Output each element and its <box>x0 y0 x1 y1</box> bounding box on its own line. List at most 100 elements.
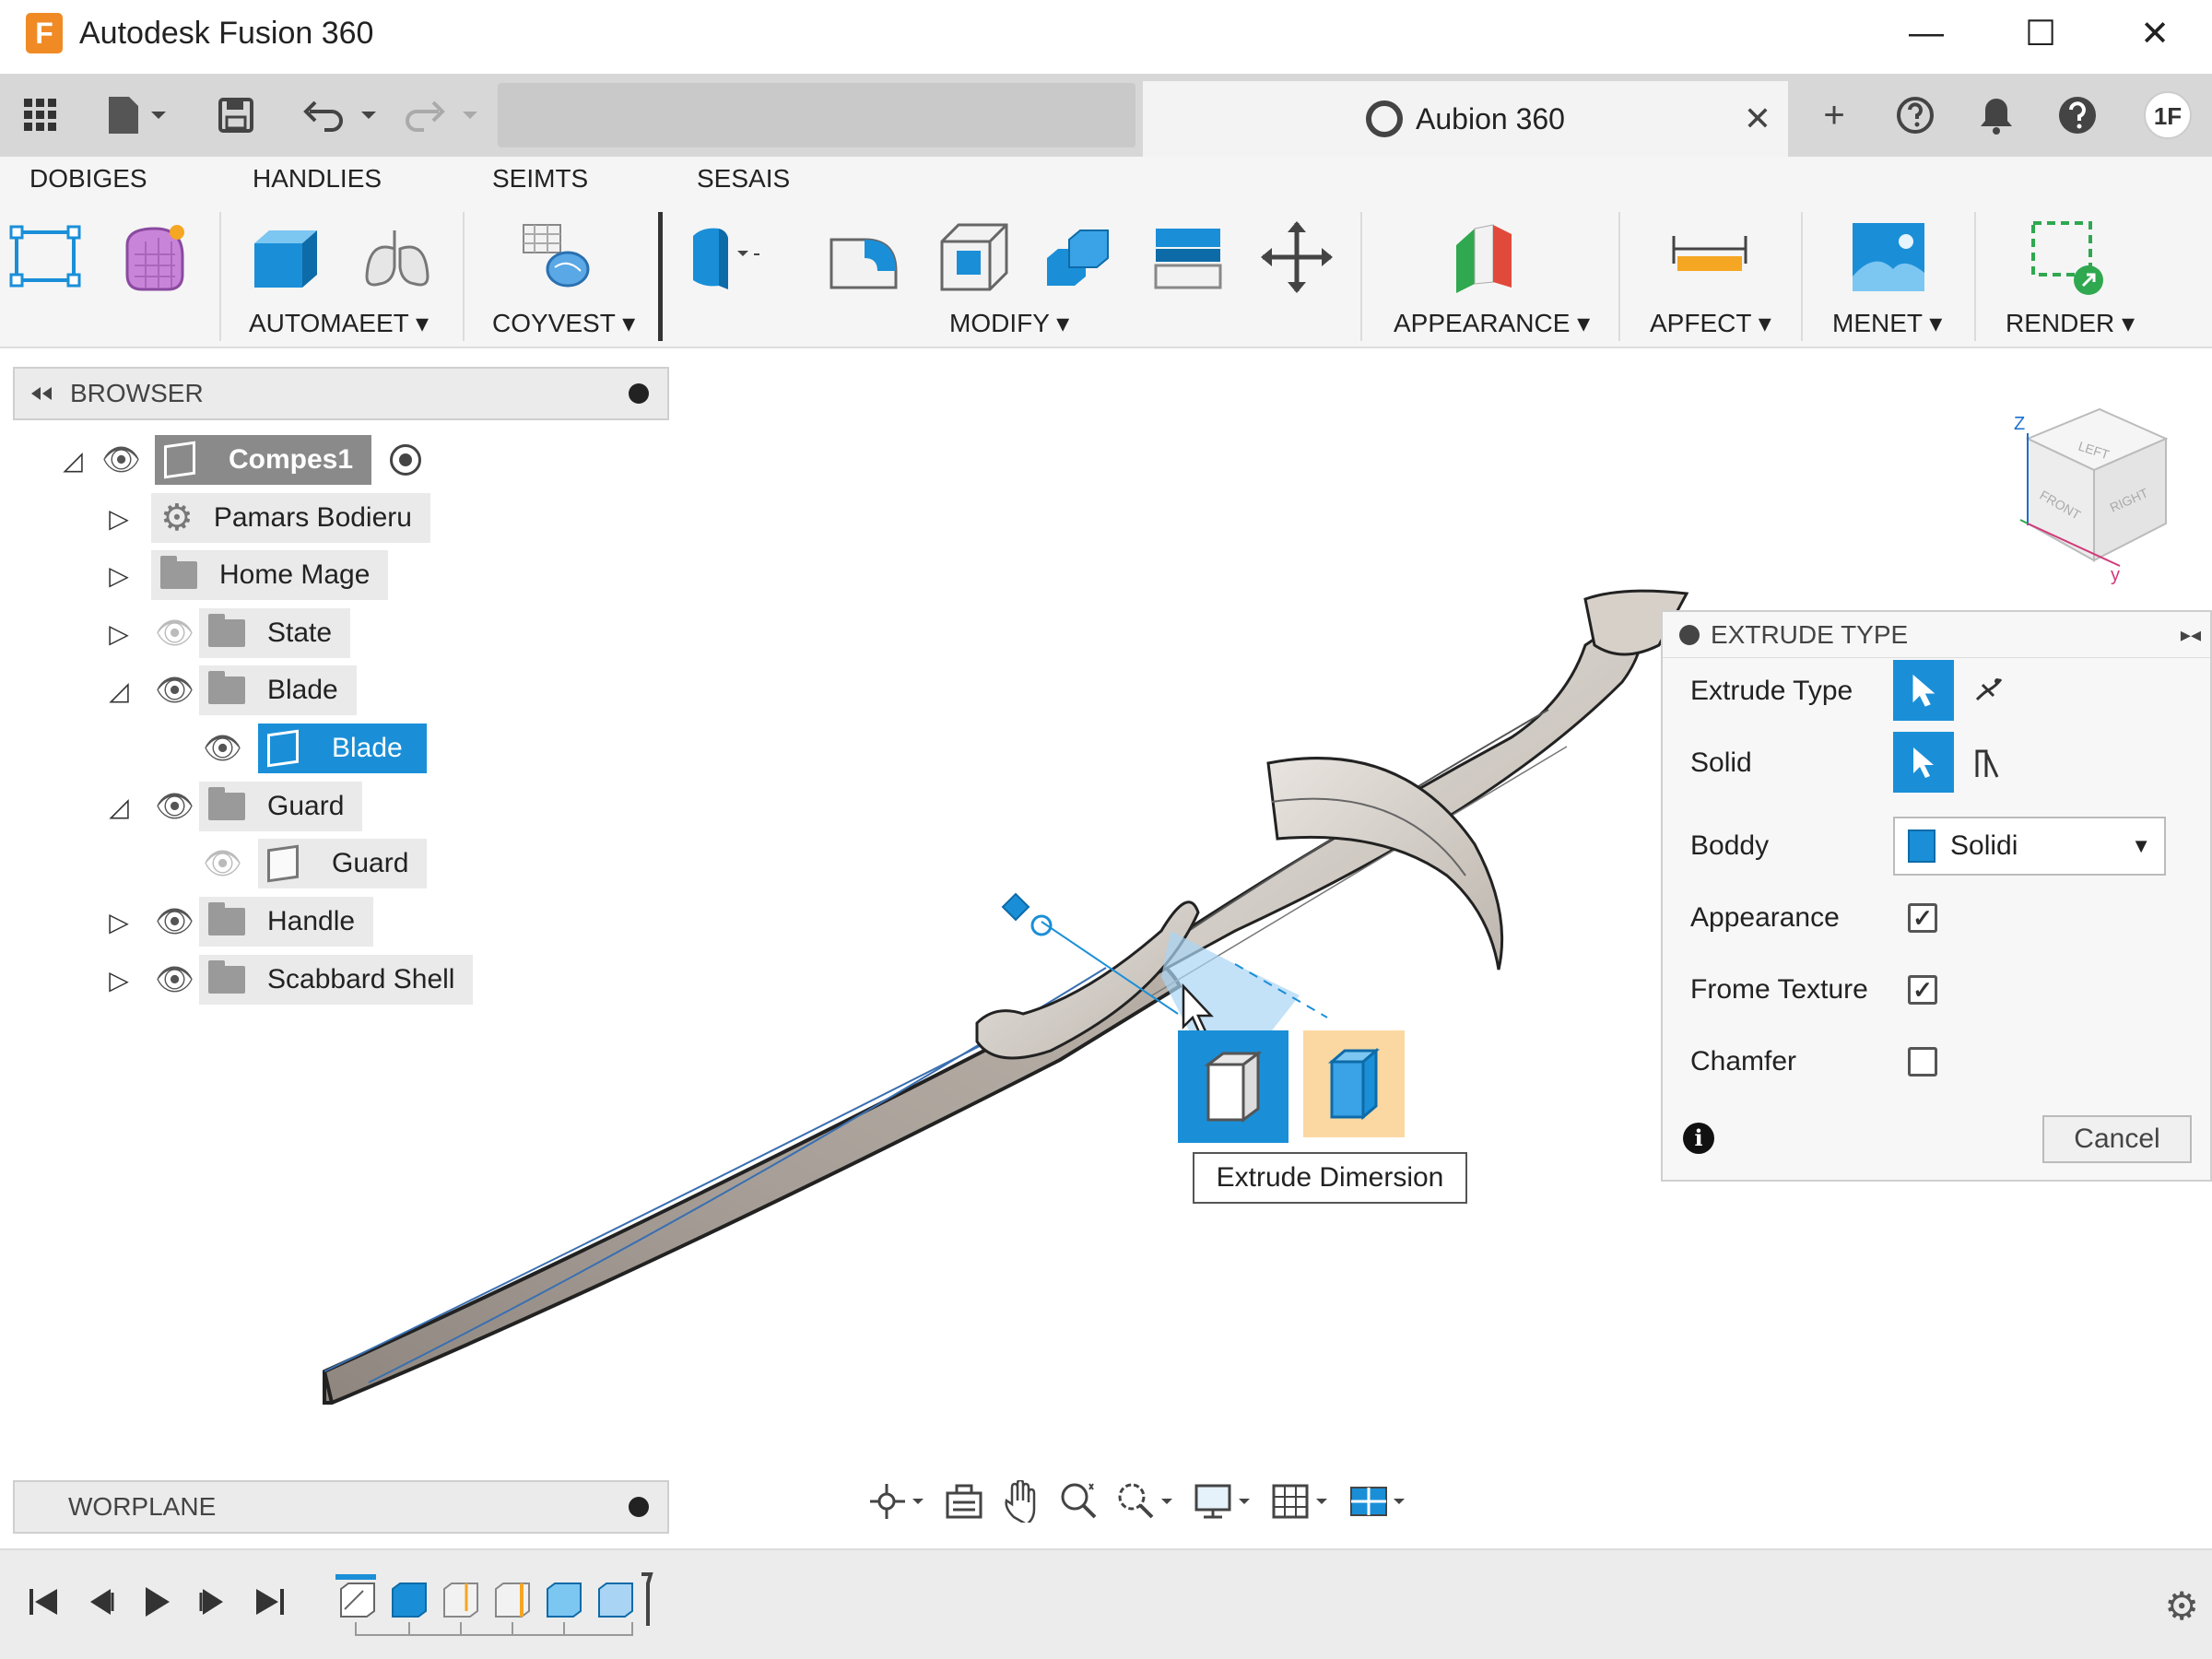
step-forward-icon[interactable] <box>194 1583 230 1620</box>
job-status-icon[interactable] <box>1888 90 1943 140</box>
view-cube[interactable]: Z y LEFT FRONT RIGHT <box>2014 407 2169 585</box>
user-account-icon[interactable]: 1F <box>2140 90 2195 140</box>
app-grid-icon[interactable] <box>22 90 59 140</box>
browser-options-icon[interactable] <box>629 383 649 404</box>
orbit-icon[interactable] <box>866 1480 927 1523</box>
tree-item-named-views[interactable]: ▷ Home Mage <box>105 550 389 600</box>
pan-hand-icon[interactable] <box>1001 1480 1041 1523</box>
modify-menu[interactable]: MODIFY ▾ <box>949 308 1069 338</box>
collapsed-triangle-icon[interactable]: ▷ <box>105 560 133 590</box>
combine-icon[interactable] <box>1041 218 1121 297</box>
expanded-triangle-icon[interactable]: ◿ <box>105 792 133 821</box>
visibility-eye-icon[interactable]: 👁 <box>155 672 194 709</box>
notifications-bell-icon[interactable] <box>1969 90 2024 140</box>
tree-item-guard-folder[interactable]: ◿ 👁 Guard <box>105 782 363 831</box>
fit-zoom-icon[interactable] <box>1115 1480 1176 1523</box>
chamfer-checkbox[interactable] <box>1908 1047 1937 1077</box>
browser-panel-header[interactable]: BROWSER <box>13 367 669 420</box>
ribbon-tab-0[interactable]: DOBIGES <box>29 164 147 194</box>
grid-snaps-icon[interactable] <box>1270 1480 1331 1523</box>
create-sketch-icon[interactable] <box>7 218 87 297</box>
minimize-button[interactable]: — <box>1869 0 1983 66</box>
step-back-icon[interactable] <box>83 1583 120 1620</box>
cancel-button[interactable]: Cancel <box>2042 1115 2192 1163</box>
render-menu[interactable]: RENDER ▾ <box>2006 308 2135 338</box>
collapsed-triangle-icon[interactable]: ▷ <box>105 503 133 533</box>
viewports-icon[interactable] <box>1347 1480 1408 1523</box>
visibility-eye-icon[interactable]: 👁 <box>101 441 141 478</box>
save-icon[interactable] <box>218 90 254 140</box>
timeline-marker[interactable] <box>641 1572 653 1626</box>
convert-icon[interactable] <box>516 218 595 297</box>
appearance-icon[interactable] <box>1449 218 1528 297</box>
form-icon[interactable] <box>114 218 194 297</box>
visibility-eye-icon[interactable]: 👁 <box>155 903 194 940</box>
look-at-icon[interactable] <box>944 1480 984 1523</box>
maximize-button[interactable]: ☐ <box>1983 0 2098 66</box>
zoom-icon[interactable] <box>1058 1480 1099 1523</box>
ribbon-tab-3[interactable]: SESAIS <box>697 164 790 194</box>
undo-icon[interactable] <box>300 90 378 140</box>
select-cursor-icon[interactable] <box>1893 660 1954 721</box>
manipulator-handle[interactable] <box>1001 892 1030 922</box>
visibility-eye-icon[interactable]: 👁 <box>155 961 194 998</box>
mesh-lungs-icon[interactable] <box>358 218 437 297</box>
tree-item-blade-body[interactable]: 👁 Blade <box>203 724 427 773</box>
activate-radio-icon[interactable] <box>390 444 422 476</box>
collapsed-triangle-icon[interactable]: ▷ <box>105 965 133 994</box>
help-icon[interactable] <box>2050 90 2105 140</box>
thin-extrude-icon[interactable] <box>1958 660 2018 721</box>
coyvest-menu[interactable]: COYVEST ▾ <box>492 308 635 338</box>
close-tab-icon[interactable]: ✕ <box>1744 100 1771 138</box>
surface-select-icon[interactable] <box>1958 732 2018 793</box>
move-icon[interactable] <box>1257 218 1336 297</box>
fillet-icon[interactable] <box>826 218 905 297</box>
tree-item-state[interactable]: ▷ 👁 State <box>105 608 351 658</box>
tree-item-guard-body[interactable]: 👁 Guard <box>203 839 428 888</box>
collapsed-triangle-icon[interactable]: ▷ <box>105 618 133 648</box>
file-menu-icon[interactable] <box>105 90 170 140</box>
select-render-icon[interactable] <box>2028 218 2107 297</box>
extrude-icon[interactable] <box>245 218 324 297</box>
insert-image-icon[interactable] <box>1849 218 1928 297</box>
go-to-start-icon[interactable] <box>26 1583 63 1620</box>
workplane-panel-header[interactable]: WORPLANE <box>13 1480 669 1534</box>
collapse-dialog-icon[interactable] <box>1679 624 1700 645</box>
two-sides-direction-button[interactable] <box>1303 1030 1405 1137</box>
tree-item-root[interactable]: ◿ 👁 Compes1 <box>59 435 422 485</box>
solid-select-cursor-icon[interactable] <box>1893 732 1954 793</box>
close-button[interactable]: ✕ <box>2098 0 2212 66</box>
ribbon-tab-1[interactable]: HANDLIES <box>253 164 382 194</box>
one-side-direction-button[interactable] <box>1178 1030 1288 1143</box>
document-tab[interactable]: Aubion 360 ✕ <box>1143 81 1788 157</box>
visibility-eye-icon[interactable]: 👁 <box>203 845 242 882</box>
new-tab-icon[interactable]: + <box>1806 90 1862 140</box>
tree-item-scabbard[interactable]: ▷ 👁 Scabbard Shell <box>105 955 474 1005</box>
visibility-eye-icon[interactable]: 👁 <box>203 730 242 767</box>
apfect-menu[interactable]: APFECT ▾ <box>1650 308 1771 338</box>
display-settings-icon[interactable] <box>1193 1480 1253 1523</box>
menet-menu[interactable]: MENET ▾ <box>1832 308 1942 338</box>
press-pull-icon[interactable] <box>684 218 763 297</box>
timeline-settings-gear-icon[interactable]: ⚙ <box>2164 1583 2199 1629</box>
workplane-options-icon[interactable] <box>629 1497 649 1517</box>
play-icon[interactable] <box>138 1583 175 1620</box>
extrude-dialog-header[interactable]: EXTRUDE TYPE ▸◂ <box>1663 612 2210 658</box>
timeline-features[interactable] <box>332 1572 664 1642</box>
go-to-end-icon[interactable] <box>251 1583 288 1620</box>
info-icon[interactable]: i <box>1683 1123 1714 1154</box>
visibility-eye-icon[interactable]: 👁 <box>155 615 194 652</box>
chamfer-icon[interactable] <box>935 218 1014 297</box>
tree-item-blade-folder[interactable]: ◿ 👁 Blade <box>105 665 357 715</box>
collapsed-triangle-icon[interactable]: ▷ <box>105 907 133 936</box>
ribbon-tab-2[interactable]: SEIMTS <box>492 164 588 194</box>
expand-dialog-icon[interactable]: ▸◂ <box>2181 623 2201 647</box>
frame-texture-checkbox[interactable]: ✓ <box>1908 975 1937 1005</box>
visibility-eye-icon[interactable]: 👁 <box>155 788 194 825</box>
shell-icon[interactable] <box>1148 218 1228 297</box>
automaeet-menu[interactable]: AUTOMAEET ▾ <box>249 308 429 338</box>
expanded-triangle-icon[interactable]: ◿ <box>105 676 133 705</box>
measure-icon[interactable] <box>1670 218 1749 297</box>
tree-item-document-settings[interactable]: ▷ ⚙ Pamars Bodieru <box>105 493 430 543</box>
expanded-triangle-icon[interactable]: ◿ <box>59 445 87 475</box>
